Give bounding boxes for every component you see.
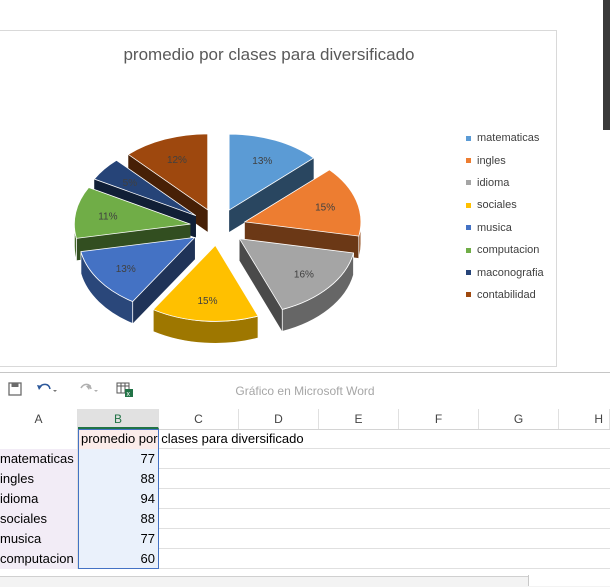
cell-a6[interactable]: musica xyxy=(0,529,78,549)
cell-a7[interactable]: computacion xyxy=(0,549,78,569)
legend-swatch xyxy=(466,225,471,231)
data-label-idioma: 16% xyxy=(294,270,314,281)
table-row: musica 77 xyxy=(0,529,610,549)
chart-legend[interactable]: matematicas ingles idioma sociales musica com… xyxy=(466,127,544,306)
cell-a1[interactable] xyxy=(0,429,78,449)
column-header-row: A B C D E F G H xyxy=(0,409,610,430)
table-row: matematicas 77 xyxy=(0,449,610,469)
legend-label: matematicas xyxy=(477,132,540,145)
column-header-e[interactable]: E xyxy=(319,409,399,429)
column-header-a[interactable]: A xyxy=(0,409,78,429)
legend-swatch xyxy=(466,158,471,164)
cell-a4[interactable]: idioma xyxy=(0,489,78,509)
column-header-h[interactable]: H xyxy=(559,409,610,429)
legend-label: ingles xyxy=(477,154,506,167)
cell-b7[interactable]: 60 xyxy=(78,549,159,569)
column-header-b[interactable]: B xyxy=(78,409,159,429)
legend-swatch xyxy=(466,202,471,208)
cell-b5[interactable]: 88 xyxy=(78,509,159,529)
column-header-f[interactable]: F xyxy=(399,409,479,429)
window-title: Gráfico en Microsoft Word xyxy=(235,384,375,398)
cell-a2[interactable]: matematicas xyxy=(0,449,78,469)
legend-item-ingles[interactable]: ingles xyxy=(466,149,544,171)
data-label-musica: 13% xyxy=(116,264,136,275)
cell-a3[interactable]: ingles xyxy=(0,469,78,489)
data-label-maconografia: 5% xyxy=(123,178,138,189)
legend-swatch xyxy=(466,247,471,253)
column-header-d[interactable]: D xyxy=(239,409,319,429)
table-row: idioma 94 xyxy=(0,489,610,509)
sheet-status-bar xyxy=(0,576,610,587)
legend-item-contabilidad[interactable]: contabilidad xyxy=(466,284,544,306)
table-row: sociales 88 xyxy=(0,509,610,529)
cell-b2[interactable]: 77 xyxy=(78,449,159,469)
table-row: ingles 88 xyxy=(0,469,610,489)
cell-b1[interactable]: promedio por clases para diversificado xyxy=(78,429,304,449)
column-header-g[interactable]: G xyxy=(479,409,559,429)
legend-item-sociales[interactable]: sociales xyxy=(466,194,544,216)
cell-a5[interactable]: sociales xyxy=(0,509,78,529)
cell-b4[interactable]: 94 xyxy=(78,489,159,509)
legend-label: computacion xyxy=(477,244,540,257)
data-label-contabilidad: 12% xyxy=(167,155,187,166)
horizontal-scrollbar[interactable] xyxy=(528,575,610,586)
legend-label: idioma xyxy=(477,176,510,189)
legend-label: sociales xyxy=(477,199,517,212)
legend-item-computacion[interactable]: computacion xyxy=(466,239,544,261)
excel-window: x Gráfico en Microsoft Word A B C D E F … xyxy=(0,372,610,587)
window-edge xyxy=(603,0,610,130)
legend-item-matematicas[interactable]: matematicas xyxy=(466,127,544,149)
legend-swatch xyxy=(466,292,471,298)
table-row: promedio por clases para diversificado xyxy=(0,429,610,449)
data-label-computacion: 11% xyxy=(98,212,117,223)
legend-label: maconografia xyxy=(477,266,544,279)
legend-swatch xyxy=(466,135,471,141)
legend-item-idioma[interactable]: idioma xyxy=(466,172,544,194)
column-header-c[interactable]: C xyxy=(159,409,239,429)
data-label-sociales: 15% xyxy=(197,296,217,307)
data-label-ingles: 15% xyxy=(315,203,335,214)
legend-label: musica xyxy=(477,221,512,234)
legend-item-maconografia[interactable]: maconografia xyxy=(466,261,544,283)
legend-item-musica[interactable]: musica xyxy=(466,217,544,239)
data-label-matematicas: 13% xyxy=(252,156,272,167)
cell-b6[interactable]: 77 xyxy=(78,529,159,549)
quick-access-toolbar: x Gráfico en Microsoft Word xyxy=(0,373,610,409)
chart-title: promedio por clases para diversificado xyxy=(123,45,415,64)
legend-swatch xyxy=(466,270,471,276)
cell-b3[interactable]: 88 xyxy=(78,469,159,489)
legend-swatch xyxy=(466,180,471,186)
chart-area[interactable]: 12% 13% 5% 15% 11% 13% 16% 15% promedio por cla… xyxy=(0,30,557,367)
table-row: computacion 60 xyxy=(0,549,610,569)
legend-label: contabilidad xyxy=(477,288,536,301)
